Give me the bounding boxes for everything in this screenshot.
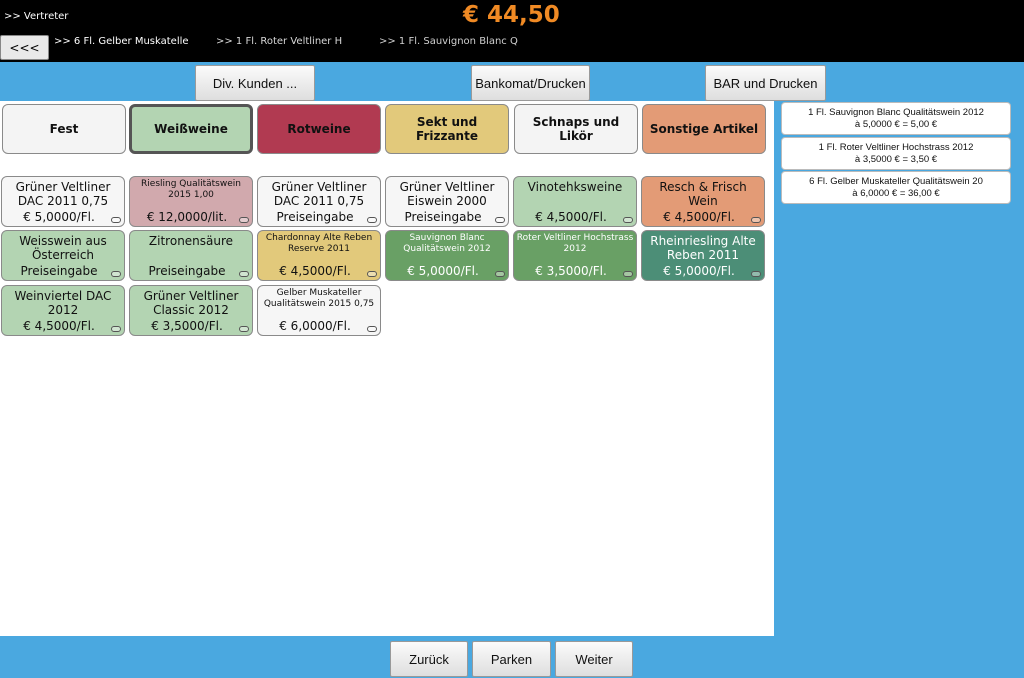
info-pill-icon[interactable] <box>495 271 505 277</box>
product-name: Resch & Frisch Wein <box>659 180 747 208</box>
product-name: Zitronensäure <box>148 234 234 248</box>
product-price: € 5,0000/Fl. <box>407 264 479 278</box>
product-price: € 12,0000/lit. <box>146 210 228 224</box>
product-tile[interactable]: Grüner Veltliner Classic 2012 € 3,5000/Fl… <box>129 285 253 336</box>
category-tab[interactable]: Fest <box>2 104 126 154</box>
cash-print-button[interactable]: BAR und Drucken <box>705 65 826 101</box>
product-tile[interactable]: Vinotehksweine € 4,5000/Fl. <box>513 176 637 227</box>
category-tab[interactable]: Sonstige Artikel <box>642 104 766 154</box>
history-item[interactable]: >> 1 Fl. Sauvignon Blanc Q <box>379 36 518 47</box>
product-name: Sauvignon Blanc Qualitätswein 2012 <box>403 233 491 254</box>
receipt-item[interactable]: 6 Fl. Gelber Muskateller Qualitätswein 2… <box>781 171 1011 204</box>
total-amount: € 44,50 <box>463 2 560 28</box>
info-pill-icon[interactable] <box>111 271 121 277</box>
product-tile[interactable]: Gelber Muskateller Qualitätswein 2015 0,… <box>257 285 381 336</box>
info-pill-icon[interactable] <box>751 271 761 277</box>
product-tile[interactable]: Grüner Veltliner DAC 2011 0,75 € 5,0000/F… <box>1 176 125 227</box>
product-price: € 5,0000/Fl. <box>23 210 95 224</box>
product-price: Preiseingabe <box>148 264 226 278</box>
product-name: Riesling Qualitätswein 2015 1,00 <box>141 179 241 200</box>
product-tile[interactable]: Chardonnay Alte Reben Reserve 2011 € 4,50… <box>257 230 381 281</box>
product-price: Preiseingabe <box>276 210 354 224</box>
history-item[interactable]: >> 1 Fl. Roter Veltliner H <box>216 36 342 47</box>
product-price: € 3,5000/Fl. <box>151 319 223 333</box>
product-name: Rheinriesling Alte Reben 2011 <box>650 234 756 262</box>
info-pill-icon[interactable] <box>367 326 377 332</box>
park-button[interactable]: Parken <box>472 641 551 677</box>
next-button[interactable]: Weiter <box>555 641 633 677</box>
product-tile[interactable]: Weisswein aus Österreich Preiseingabe <box>1 230 125 281</box>
info-pill-icon[interactable] <box>111 217 121 223</box>
product-tile[interactable]: Zitronensäure Preiseingabe <box>129 230 253 281</box>
receipt-item[interactable]: 1 Fl. Roter Veltliner Hochstrass 2012 à 3… <box>781 137 1011 170</box>
info-pill-icon[interactable] <box>367 217 377 223</box>
info-pill-icon[interactable] <box>239 217 249 223</box>
product-name: Chardonnay Alte Reben Reserve 2011 <box>265 233 373 254</box>
product-name: Grüner Veltliner Eiswein 2000 <box>399 180 495 208</box>
product-name: Grüner Veltliner DAC 2011 0,75 <box>271 180 367 208</box>
receipt-item-description: 6 Fl. Gelber Muskateller Qualitätswein 2… <box>809 176 983 187</box>
history-item[interactable]: >> 6 Fl. Gelber Muskatelle <box>54 36 189 47</box>
info-pill-icon[interactable] <box>111 326 121 332</box>
top-bar: >> Vertreter € 44,50 <<< >> 6 Fl. Gelber… <box>0 0 1024 62</box>
product-tile[interactable]: Grüner Veltliner Eiswein 2000 Preiseingab… <box>385 176 509 227</box>
product-tile[interactable]: Weinviertel DAC 2012 € 4,5000/Fl. <box>1 285 125 336</box>
product-price: € 4,5000/Fl. <box>535 210 607 224</box>
receipt-item-total: à 3,5000 € = 3,50 € <box>854 154 938 165</box>
receipt-item-total: à 6,0000 € = 36,00 € <box>852 188 940 199</box>
product-name: Grüner Veltliner Classic 2012 <box>143 289 239 317</box>
bankomat-print-button[interactable]: Bankomat/Drucken <box>471 65 590 101</box>
vertreter-label[interactable]: >> Vertreter <box>4 11 68 22</box>
product-tile[interactable]: Grüner Veltliner DAC 2011 0,75 Preiseinga… <box>257 176 381 227</box>
info-pill-icon[interactable] <box>623 217 633 223</box>
product-price: € 5,0000/Fl. <box>663 264 735 278</box>
product-price: € 4,5000/Fl. <box>23 319 95 333</box>
category-tab[interactable]: Schnaps und Likör <box>514 104 638 154</box>
back-step-button[interactable]: Zurück <box>390 641 468 677</box>
product-name: Vinotehksweine <box>527 180 623 194</box>
product-tile[interactable]: Roter Veltliner Hochstrass 2012 € 3,5000/… <box>513 230 637 281</box>
category-tab[interactable]: Weißweine <box>129 104 253 154</box>
receipt-item-description: 1 Fl. Sauvignon Blanc Qualitätswein 2012 <box>808 107 984 118</box>
product-name: Grüner Veltliner DAC 2011 0,75 <box>15 180 111 208</box>
product-price: € 3,5000/Fl. <box>535 264 607 278</box>
info-pill-icon[interactable] <box>239 271 249 277</box>
product-price: Preiseingabe <box>404 210 482 224</box>
product-price: € 6,0000/Fl. <box>279 319 351 333</box>
product-price: € 4,5000/Fl. <box>279 264 351 278</box>
product-tile[interactable]: Resch & Frisch Wein € 4,5000/Fl. <box>641 176 765 227</box>
diverse-customers-button[interactable]: Div. Kunden ... <box>195 65 315 101</box>
product-name: Roter Veltliner Hochstrass 2012 <box>516 233 634 254</box>
product-name: Gelber Muskateller Qualitätswein 2015 0,… <box>263 288 375 309</box>
product-price: € 4,5000/Fl. <box>663 210 735 224</box>
product-tile[interactable]: Rheinriesling Alte Reben 2011 € 5,0000/Fl… <box>641 230 765 281</box>
receipt-item[interactable]: 1 Fl. Sauvignon Blanc Qualitätswein 2012… <box>781 102 1011 135</box>
product-price: Preiseingabe <box>20 264 98 278</box>
info-pill-icon[interactable] <box>751 217 761 223</box>
product-tile[interactable]: Sauvignon Blanc Qualitätswein 2012 € 5,00… <box>385 230 509 281</box>
back-button[interactable]: <<< <box>0 35 49 60</box>
info-pill-icon[interactable] <box>367 271 377 277</box>
category-tab[interactable]: Sekt und Frizzante <box>385 104 509 154</box>
receipt-item-description: 1 Fl. Roter Veltliner Hochstrass 2012 <box>818 142 974 153</box>
info-pill-icon[interactable] <box>623 271 633 277</box>
product-tile[interactable]: Riesling Qualitätswein 2015 1,00 € 12,000… <box>129 176 253 227</box>
receipt-item-total: à 5,0000 € = 5,00 € <box>854 119 938 130</box>
product-name: Weinviertel DAC 2012 <box>14 289 112 317</box>
info-pill-icon[interactable] <box>239 326 249 332</box>
category-tab[interactable]: Rotweine <box>257 104 381 154</box>
info-pill-icon[interactable] <box>495 217 505 223</box>
product-name: Weisswein aus Österreich <box>19 234 107 262</box>
